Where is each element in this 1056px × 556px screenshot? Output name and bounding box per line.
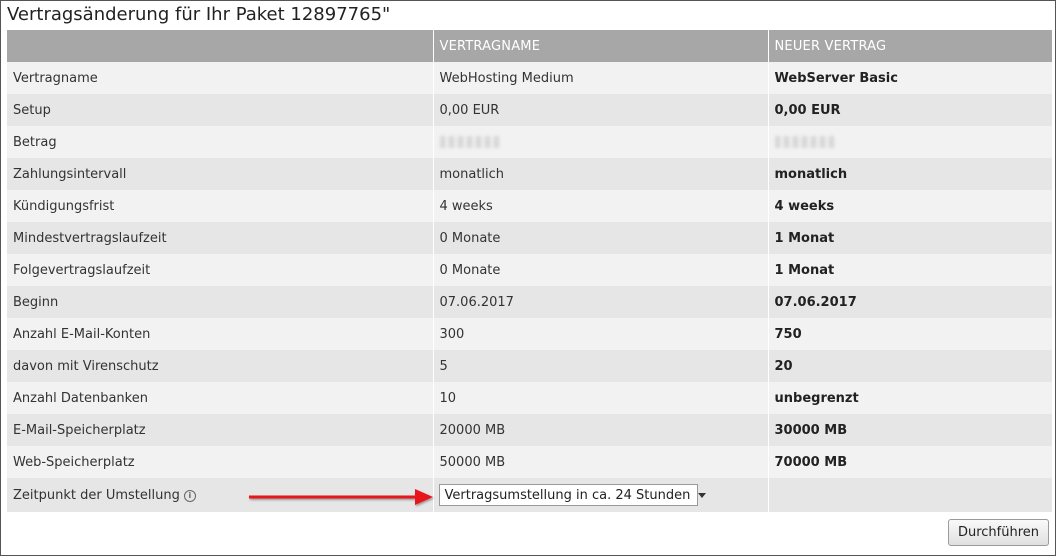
- current-value: monatlich: [432, 158, 768, 190]
- row-label: Mindestvertragslaufzeit: [7, 222, 433, 254]
- current-value: 10: [432, 382, 768, 414]
- redacted-amount: [439, 136, 500, 148]
- row-label: Anzahl Datenbanken: [7, 382, 433, 414]
- row-label: Kündigungsfrist: [7, 190, 433, 222]
- current-value: 50000 MB: [432, 446, 768, 478]
- new-value: 20: [767, 350, 1052, 382]
- table-row: Beginn 07.06.2017 07.06.2017: [7, 286, 1052, 318]
- table-row: Mindestvertragslaufzeit 0 Monate 1 Monat: [7, 222, 1052, 254]
- chevron-down-icon: [698, 492, 707, 498]
- row-label: Betrag: [7, 126, 433, 158]
- switch-time-select[interactable]: Vertragsumstellung in ca. 24 Stunden: [438, 484, 707, 506]
- new-value: WebServer Basic: [767, 62, 1052, 94]
- switch-time-label: Zeitpunkt der Umstellung: [13, 487, 180, 503]
- empty-cell: [767, 478, 1052, 512]
- table-row: Folgevertragslaufzeit 0 Monate 1 Monat: [7, 254, 1052, 286]
- row-label: Folgevertragslaufzeit: [7, 254, 433, 286]
- new-value: 0,00 EUR: [767, 94, 1052, 126]
- header-label-column: [7, 30, 433, 62]
- redacted-amount: [774, 136, 835, 148]
- table-row: davon mit Virenschutz 5 20: [7, 350, 1052, 382]
- red-arrow-annotation-icon: [249, 489, 433, 505]
- table-row: E-Mail-Speicherplatz 20000 MB 30000 MB: [7, 414, 1052, 446]
- current-value: 20000 MB: [432, 414, 768, 446]
- switch-time-row: Zeitpunkt der Umstellung i Vertragsumstel…: [7, 478, 1052, 512]
- current-value: 0 Monate: [432, 222, 768, 254]
- submit-button[interactable]: Durchführen: [948, 519, 1049, 546]
- new-value: 07.06.2017: [767, 286, 1052, 318]
- row-label: davon mit Virenschutz: [7, 350, 433, 382]
- new-value: 1 Monat: [767, 222, 1052, 254]
- info-icon[interactable]: i: [183, 489, 196, 502]
- new-value: monatlich: [767, 158, 1052, 190]
- table-row: Web-Speicherplatz 50000 MB 70000 MB: [7, 446, 1052, 478]
- row-label: Beginn: [7, 286, 433, 318]
- current-value: 4 weeks: [432, 190, 768, 222]
- current-value: 300: [432, 318, 768, 350]
- contract-change-panel: Vertragsänderung für Ihr Paket 12897765"…: [0, 0, 1056, 556]
- table-header-row: VERTRAGNAME NEUER VERTRAG: [7, 30, 1052, 62]
- new-value: 4 weeks: [767, 190, 1052, 222]
- current-value: 0 Monate: [432, 254, 768, 286]
- table-row: Anzahl Datenbanken 10 unbegrenzt: [7, 382, 1052, 414]
- header-new-contract: NEUER VERTRAG: [767, 30, 1052, 62]
- new-value: 70000 MB: [767, 446, 1052, 478]
- row-label: Vertragname: [7, 62, 433, 94]
- table-row: Setup 0,00 EUR 0,00 EUR: [7, 94, 1052, 126]
- page-title: Vertragsänderung für Ihr Paket 12897765": [7, 4, 391, 25]
- row-label: Zahlungsintervall: [7, 158, 433, 190]
- current-value: 5: [432, 350, 768, 382]
- current-value-redacted: [432, 126, 768, 158]
- current-value: WebHosting Medium: [432, 62, 768, 94]
- new-value: 30000 MB: [767, 414, 1052, 446]
- table-row: Zahlungsintervall monatlich monatlich: [7, 158, 1052, 190]
- switch-time-select-cell: Vertragsumstellung in ca. 24 Stunden: [432, 478, 768, 512]
- table-row: Anzahl E-Mail-Konten 300 750: [7, 318, 1052, 350]
- new-value: 750: [767, 318, 1052, 350]
- switch-time-select-value: Vertragsumstellung in ca. 24 Stunden: [444, 487, 691, 503]
- row-label: E-Mail-Speicherplatz: [7, 414, 433, 446]
- table-row: Kündigungsfrist 4 weeks 4 weeks: [7, 190, 1052, 222]
- table-row: Betrag: [7, 126, 1052, 158]
- row-label: Web-Speicherplatz: [7, 446, 433, 478]
- table-row: Vertragname WebHosting Medium WebServer …: [7, 62, 1052, 94]
- current-value: 07.06.2017: [432, 286, 768, 318]
- new-value: 1 Monat: [767, 254, 1052, 286]
- header-current-contract: VERTRAGNAME: [432, 30, 768, 62]
- new-value-redacted: [767, 126, 1052, 158]
- contract-comparison-table: VERTRAGNAME NEUER VERTRAG Vertragname We…: [7, 30, 1052, 512]
- row-label: Setup: [7, 94, 433, 126]
- current-value: 0,00 EUR: [432, 94, 768, 126]
- new-value: unbegrenzt: [767, 382, 1052, 414]
- row-label: Anzahl E-Mail-Konten: [7, 318, 433, 350]
